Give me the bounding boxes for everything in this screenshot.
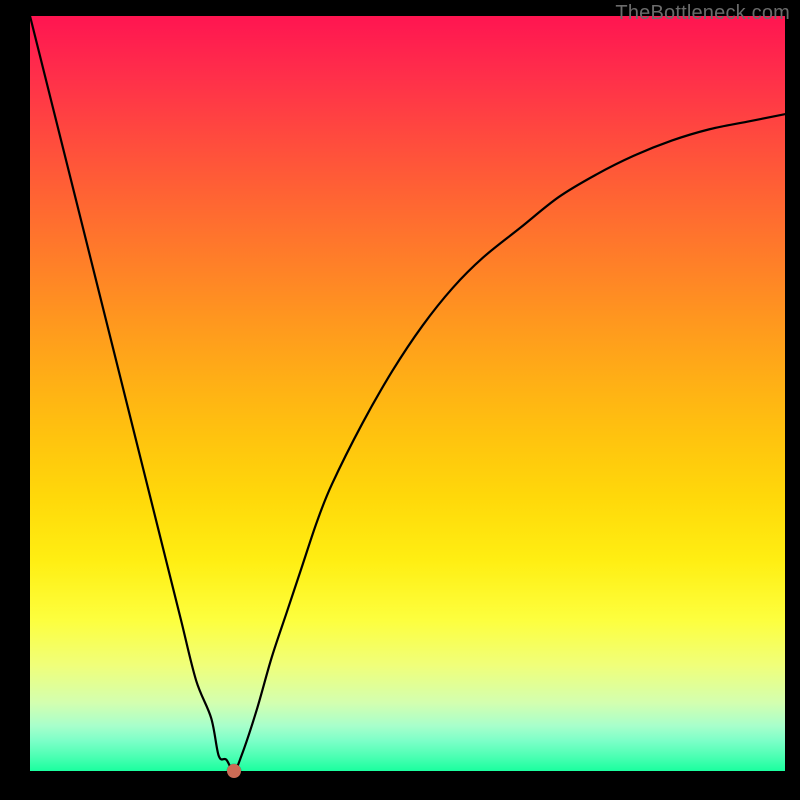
chart-plot-area (30, 16, 785, 771)
bottleneck-curve (30, 16, 785, 771)
watermark-text: TheBottleneck.com (615, 2, 790, 25)
optimal-point-marker (227, 764, 241, 778)
chart-frame: TheBottleneck.com (0, 0, 800, 800)
curve-path (30, 16, 785, 771)
